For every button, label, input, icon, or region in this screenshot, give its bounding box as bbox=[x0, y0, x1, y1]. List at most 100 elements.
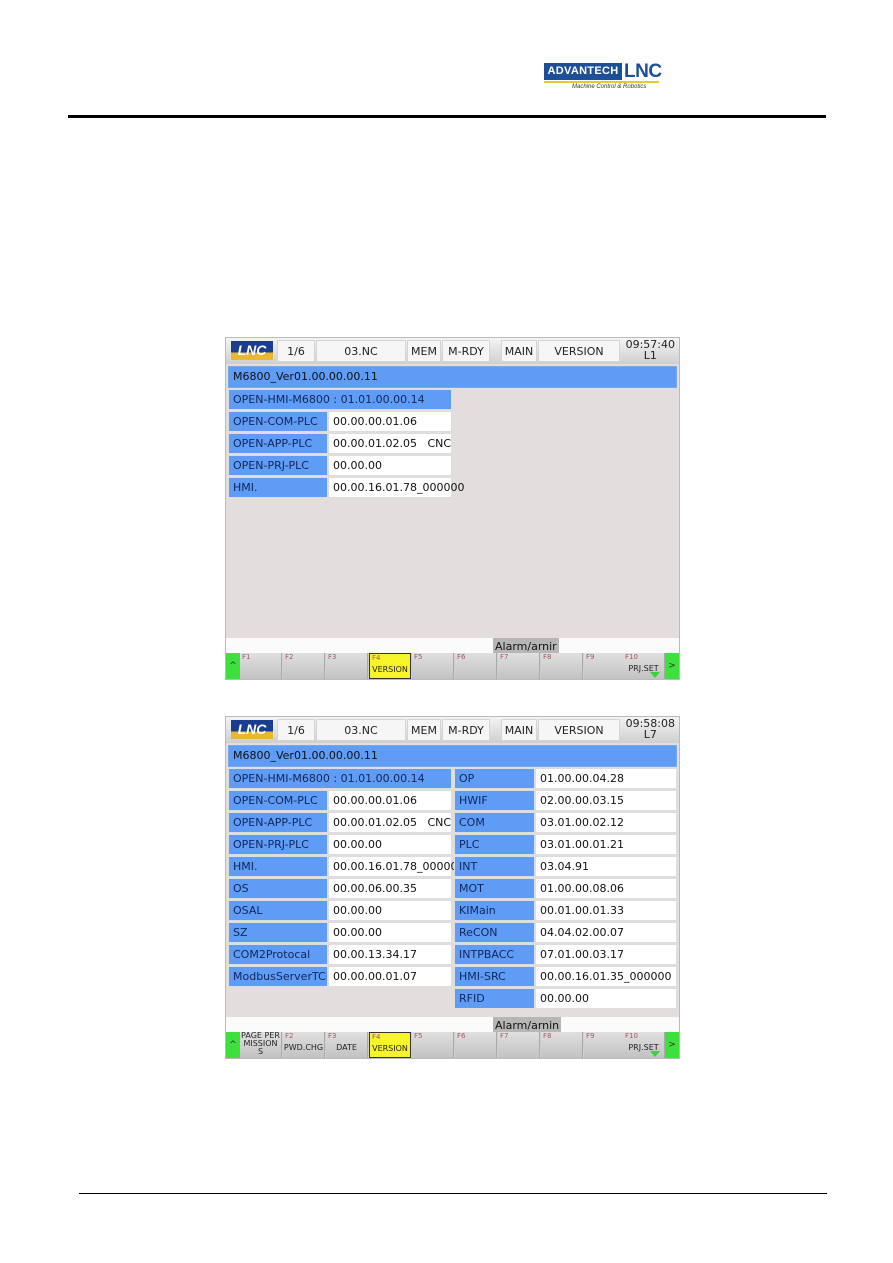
version-value: 00.00.00.01.06 bbox=[328, 790, 452, 811]
fkey-f3-date[interactable]: F3 DATE bbox=[326, 1032, 368, 1058]
submenu-triangle-icon bbox=[650, 1051, 660, 1057]
fkey-number: F5 bbox=[414, 653, 423, 661]
fkey-f5[interactable]: F5 bbox=[412, 1032, 454, 1058]
page-indicator: 1/6 bbox=[277, 340, 315, 362]
version-value: 00.00.00 bbox=[535, 988, 677, 1009]
fkey-number: F10 bbox=[625, 1032, 638, 1040]
fkey-number: F1 bbox=[242, 653, 251, 661]
scroll-left-arrow[interactable]: ^ bbox=[226, 653, 240, 679]
version-key: OPEN-HMI-M6800 : 01.01.00.00.14 bbox=[228, 768, 452, 789]
version-value: 00.00.13.34.17 bbox=[328, 944, 452, 965]
fkey-f10-prj-set[interactable]: F10 PRJ.SET bbox=[623, 1032, 665, 1058]
logo-brand: ADVANTECH bbox=[544, 63, 622, 80]
version-key: COM2Protocal bbox=[228, 944, 328, 965]
version-key: INTPBACC bbox=[454, 944, 535, 965]
lnc-logo: LNC bbox=[231, 720, 273, 739]
fkey-label: VERSION bbox=[372, 665, 408, 674]
fkey-number: F8 bbox=[543, 1032, 552, 1040]
version-value: 00.00.00 bbox=[328, 455, 452, 476]
version-value: 02.00.00.03.15 bbox=[535, 790, 677, 811]
version-key: COM bbox=[454, 812, 535, 833]
version-value: 00.00.00 bbox=[328, 922, 452, 943]
fkey-number: F9 bbox=[586, 653, 595, 661]
version-value: 04.04.02.00.07 bbox=[535, 922, 677, 943]
fkey-f6[interactable]: F6 bbox=[455, 653, 497, 679]
fkey-label: DATE bbox=[336, 1043, 357, 1052]
version-key: OPEN-COM-PLC bbox=[228, 790, 328, 811]
logo-underline bbox=[544, 81, 659, 83]
version-key: OPEN-APP-PLC bbox=[228, 812, 328, 833]
version-value: 00.00.00.01.07 bbox=[328, 966, 452, 987]
group-indicator: MAIN bbox=[501, 719, 537, 741]
file-name: 03.NC bbox=[316, 340, 406, 362]
version-value: 00.00.01.02.05 CNC bbox=[328, 812, 452, 833]
version-key: OPEN-APP-PLC bbox=[228, 433, 328, 454]
version-value: 00.00.16.01.78_000000 bbox=[328, 477, 464, 498]
fkey-f9[interactable]: F9 bbox=[584, 1032, 626, 1058]
version-value: 00.00.16.01.78_000000 bbox=[328, 856, 464, 877]
fkey-f8[interactable]: F8 bbox=[541, 653, 583, 679]
line-number: L1 bbox=[643, 349, 657, 362]
version-key: OS bbox=[228, 878, 328, 899]
state-indicator: M-RDY bbox=[442, 340, 490, 362]
version-screen-2: LNC 1/6 03.NC MEM M-RDY MAIN VERSION 09:… bbox=[225, 716, 680, 1059]
version-key: RFID bbox=[454, 988, 535, 1009]
fkey-f4-version[interactable]: F4 VERSION bbox=[369, 653, 411, 679]
fkey-number: F7 bbox=[500, 1032, 509, 1040]
version-key: ReCON bbox=[454, 922, 535, 943]
version-key: KIMain bbox=[454, 900, 535, 921]
fkey-label: PWD.CHG bbox=[283, 1043, 324, 1052]
screen-name: VERSION bbox=[538, 340, 620, 362]
logo-tagline: Machine Control & Robotics bbox=[572, 84, 647, 90]
fkey-number: F6 bbox=[457, 653, 466, 661]
scroll-right-arrow[interactable]: > bbox=[665, 1032, 679, 1058]
version-title: M6800_Ver01.00.00.00.11 bbox=[228, 745, 677, 767]
version-key: ModbusServerTCP bbox=[228, 966, 328, 987]
version-value: 03.01.00.01.21 bbox=[535, 834, 677, 855]
version-key: OPEN-COM-PLC bbox=[228, 411, 328, 432]
fkey-f6[interactable]: F6 bbox=[455, 1032, 497, 1058]
fkey-f7[interactable]: F7 bbox=[498, 1032, 540, 1058]
fkey-number: F5 bbox=[414, 1032, 423, 1040]
status-bar: LNC 1/6 03.NC MEM M-RDY MAIN VERSION 09:… bbox=[226, 338, 679, 364]
fkey-f10-prj-set[interactable]: F10 PRJ.SET bbox=[623, 653, 665, 679]
fkey-number: F2 bbox=[285, 653, 294, 661]
page-indicator: 1/6 bbox=[277, 719, 315, 741]
version-key: HWIF bbox=[454, 790, 535, 811]
submenu-triangle-icon bbox=[650, 672, 660, 678]
header-rule bbox=[68, 115, 826, 118]
screen-name: VERSION bbox=[538, 719, 620, 741]
version-value: 07.01.00.03.17 bbox=[535, 944, 677, 965]
function-key-bar: ^ F1 F2 F3 F4 VERSION F5 F6 F7 F8 F9 F10 P… bbox=[226, 653, 679, 679]
lnc-logo: LNC bbox=[231, 341, 273, 360]
version-key: HMI. bbox=[228, 477, 328, 498]
fkey-f1[interactable]: F1 bbox=[240, 653, 282, 679]
version-key: OSAL bbox=[228, 900, 328, 921]
fkey-number: F8 bbox=[543, 653, 552, 661]
fkey-f4-version[interactable]: F4 VERSION bbox=[369, 1032, 411, 1058]
version-key: SZ bbox=[228, 922, 328, 943]
fkey-f3[interactable]: F3 bbox=[326, 653, 368, 679]
fkey-f1-page-permissions[interactable]: PAGE PER MISSION S bbox=[240, 1032, 282, 1058]
fkey-f7[interactable]: F7 bbox=[498, 653, 540, 679]
version-key: MOT bbox=[454, 878, 535, 899]
line-number: L7 bbox=[643, 728, 657, 741]
fkey-f8[interactable]: F8 bbox=[541, 1032, 583, 1058]
version-value: 00.00.00 bbox=[328, 900, 452, 921]
state-indicator: M-RDY bbox=[442, 719, 490, 741]
fkey-f9[interactable]: F9 bbox=[584, 653, 626, 679]
mode-indicator: MEM bbox=[407, 340, 441, 362]
version-key: OP bbox=[454, 768, 535, 789]
fkey-f2-pwd-chg[interactable]: F2 PWD.CHG bbox=[283, 1032, 325, 1058]
fkey-f5[interactable]: F5 bbox=[412, 653, 454, 679]
fkey-f2[interactable]: F2 bbox=[283, 653, 325, 679]
version-key: HMI-SRC bbox=[454, 966, 535, 987]
fkey-number: F3 bbox=[328, 653, 337, 661]
scroll-left-arrow[interactable]: ^ bbox=[226, 1032, 240, 1058]
fkey-label: VERSION bbox=[372, 1044, 408, 1053]
file-name: 03.NC bbox=[316, 719, 406, 741]
scroll-right-arrow[interactable]: > bbox=[665, 653, 679, 679]
logo-product: LNC bbox=[624, 61, 662, 82]
version-value: 00.00.01.02.05 CNC bbox=[328, 433, 452, 454]
version-key: OPEN-HMI-M6800 : 01.01.00.00.14 bbox=[228, 389, 452, 410]
